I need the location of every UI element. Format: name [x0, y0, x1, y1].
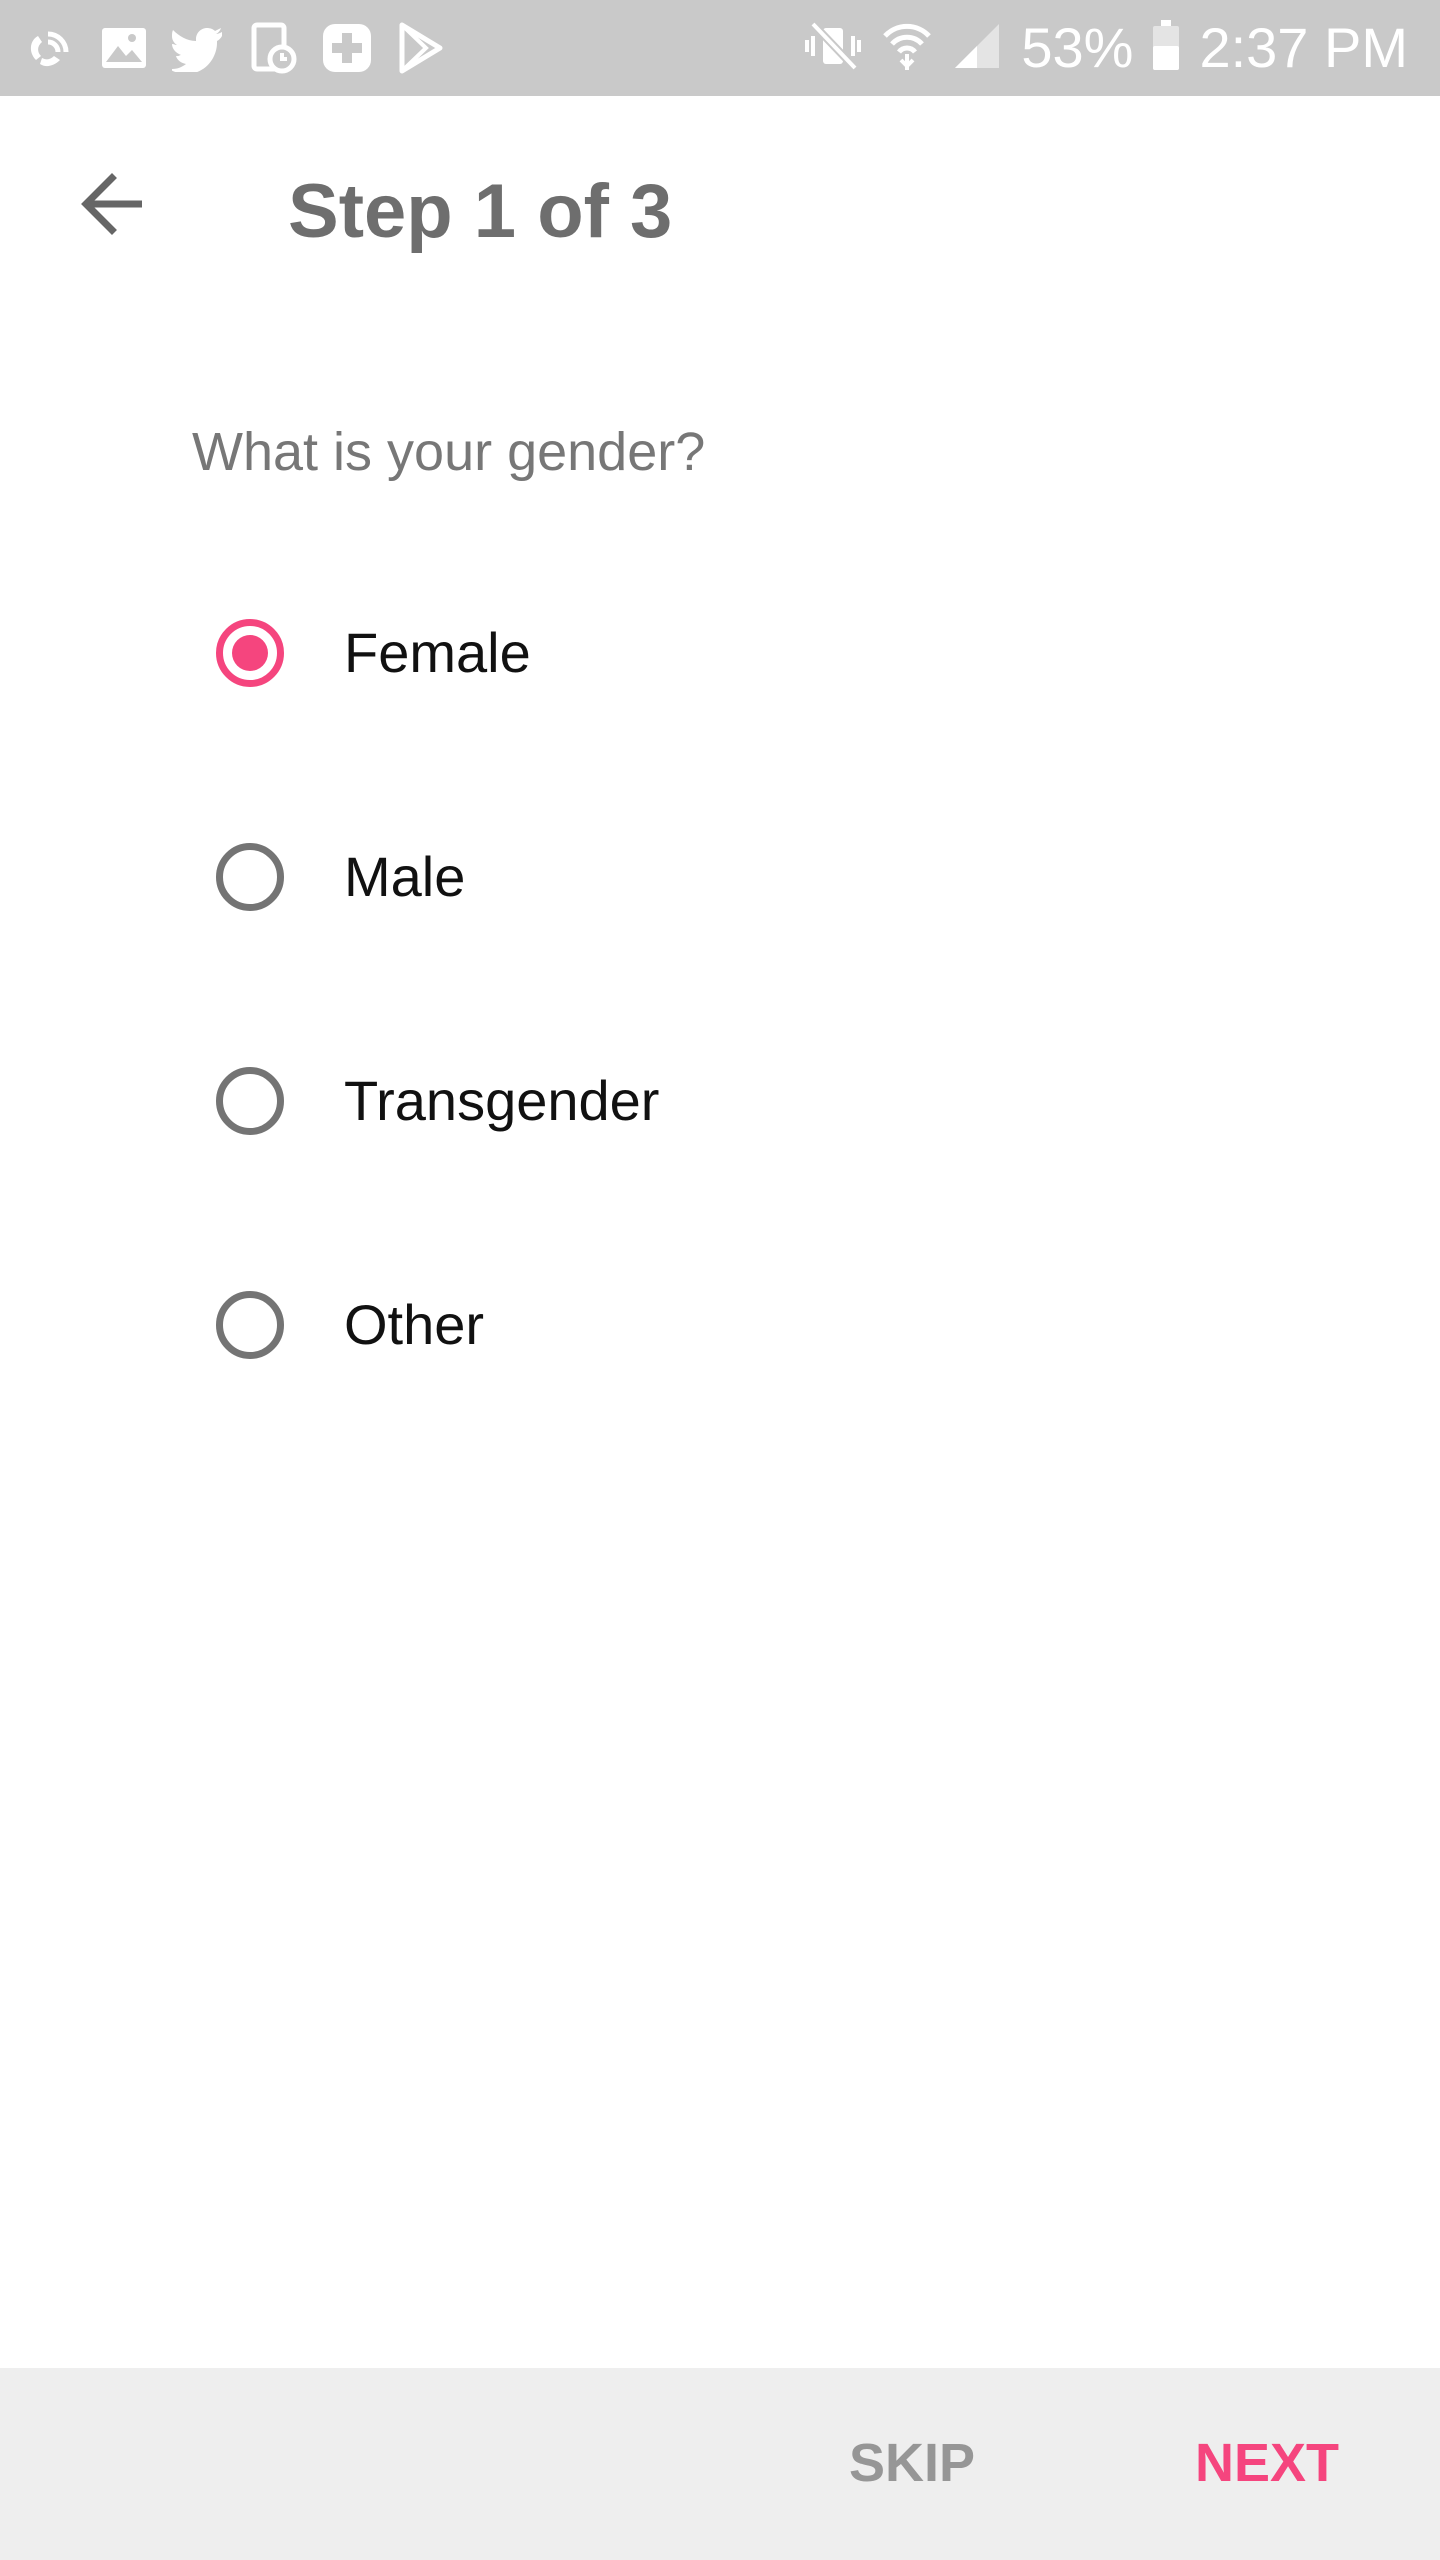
arrow-back-icon	[76, 168, 148, 245]
twitter-icon	[172, 24, 226, 72]
radio-option-transgender[interactable]: Transgender	[190, 1016, 1290, 1186]
wifi-icon	[881, 18, 933, 79]
radio-button[interactable]	[216, 1067, 284, 1135]
option-label: Male	[344, 845, 466, 908]
gallery-icon	[98, 22, 150, 74]
calendar-icon	[248, 21, 298, 75]
radio-option-female[interactable]: Female	[190, 568, 1290, 738]
battery-percent: 53%	[1021, 16, 1134, 79]
radio-dot	[232, 635, 268, 671]
back-button[interactable]	[60, 154, 164, 258]
radio-option-male[interactable]: Male	[190, 792, 1290, 962]
option-label: Female	[344, 621, 531, 684]
radio-button[interactable]	[216, 843, 284, 911]
option-label: Transgender	[344, 1069, 660, 1132]
medical-cross-icon	[320, 21, 374, 75]
clock: 2:37 PM	[1199, 16, 1408, 79]
option-label: Other	[344, 1293, 485, 1356]
radio-option-other[interactable]: Other	[190, 1240, 1290, 1410]
skip-button[interactable]: SKIP	[820, 2408, 1004, 2518]
system-status: 53% 2:37 PM	[803, 14, 1408, 82]
app-bar: Step 1 of 3	[0, 96, 1440, 326]
play-store-icon	[396, 21, 446, 75]
cell-signal-icon	[951, 20, 1003, 77]
notification-icons	[20, 18, 446, 78]
radio-button-checked[interactable]	[216, 619, 284, 687]
page-title: Step 1 of 3	[288, 169, 673, 254]
wifi-calling-icon	[20, 20, 76, 76]
next-button[interactable]: NEXT	[1172, 2408, 1362, 2518]
question-label: What is your gender?	[192, 422, 706, 482]
battery-icon	[1151, 18, 1181, 79]
vibrate-mute-icon	[803, 18, 863, 79]
status-bar: 53% 2:37 PM	[0, 0, 1440, 96]
radio-button[interactable]	[216, 1291, 284, 1359]
bottom-action-bar: SKIP NEXT	[0, 2368, 1440, 2560]
